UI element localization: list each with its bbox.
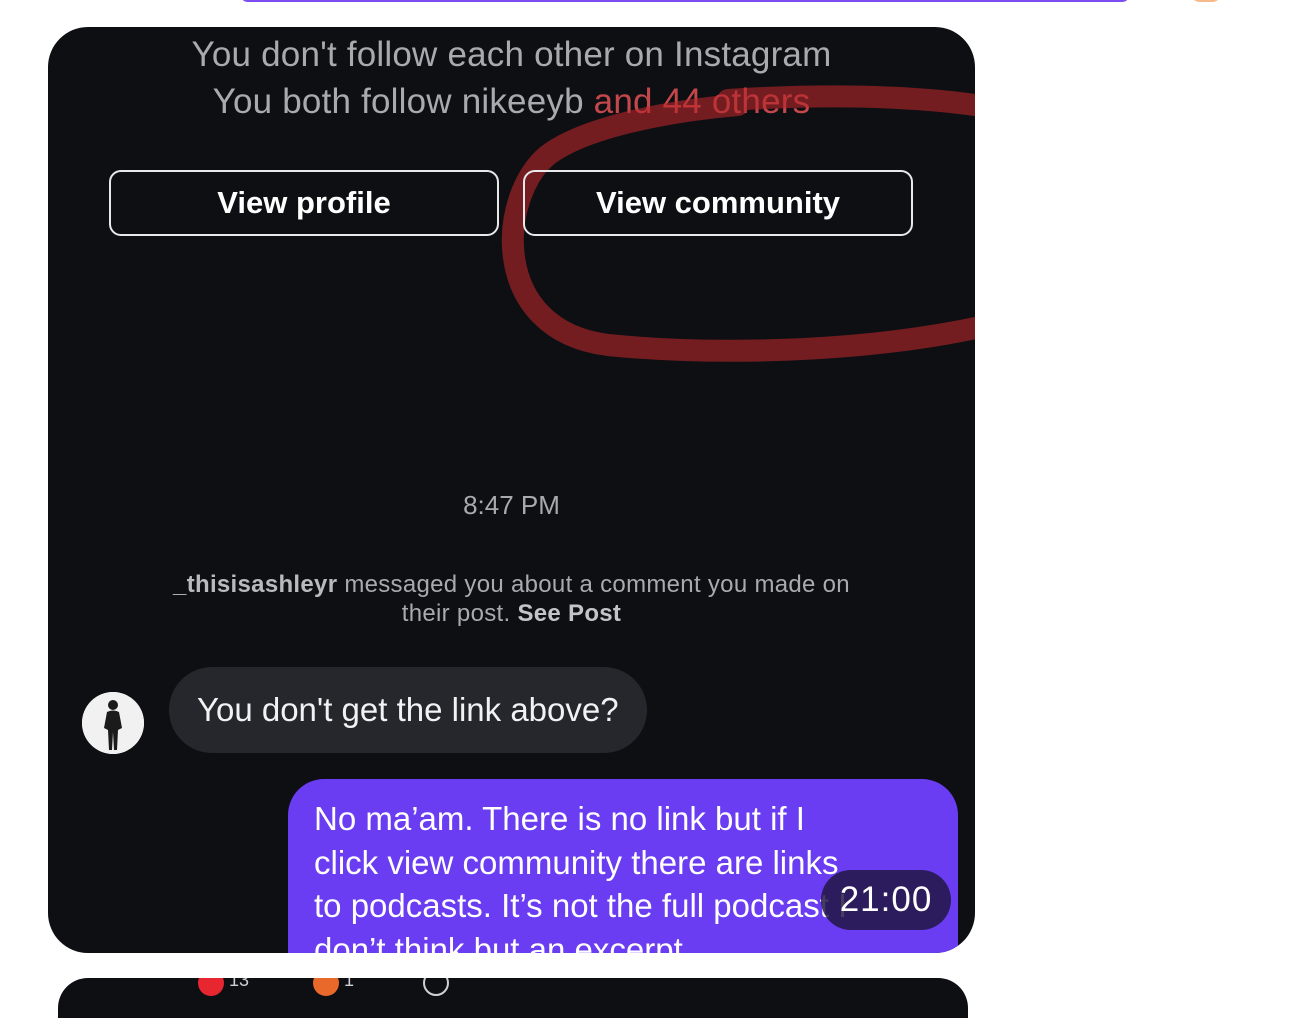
mutual-count-link[interactable]: and 44 others bbox=[594, 82, 811, 121]
comment-notice: _thisisashleyr messaged you about a comm… bbox=[148, 570, 875, 628]
follow-status: You don't follow each other on Instagram bbox=[191, 35, 832, 74]
view-profile-button[interactable]: View profile bbox=[109, 170, 499, 236]
next-screenshot-card: 13 1 bbox=[58, 978, 968, 1018]
see-post-link[interactable]: See Post bbox=[517, 600, 621, 627]
reaction-count: 13 bbox=[229, 978, 250, 990]
mutual-followers: You both follow nikeeyb and 44 others bbox=[48, 82, 975, 122]
previous-reaction-edge bbox=[1190, 0, 1222, 2]
reaction-heart[interactable]: 13 bbox=[198, 978, 250, 996]
person-figure-icon bbox=[82, 692, 144, 754]
outgoing-line: don’t think but an excerpt bbox=[314, 930, 683, 954]
screenshot-card: You don't follow each other on Instagram… bbox=[48, 27, 975, 953]
notice-username[interactable]: _thisisashleyr bbox=[173, 571, 337, 598]
mutual-prefix: You both follow nikeeyb bbox=[212, 82, 584, 121]
outgoing-line: No ma’am. There is no link but if I bbox=[314, 800, 805, 837]
previous-bubble-edge bbox=[240, 0, 1130, 2]
reaction-count: 1 bbox=[344, 978, 355, 990]
video-time-overlay: 21:00 bbox=[821, 870, 951, 930]
emoji-picker-icon[interactable] bbox=[423, 978, 449, 996]
message-timestamp: 8:47 PM bbox=[463, 490, 560, 520]
heart-icon bbox=[198, 978, 224, 996]
reaction-angry[interactable]: 1 bbox=[313, 978, 355, 996]
sender-avatar[interactable] bbox=[82, 692, 144, 754]
incoming-message-bubble[interactable]: You don't get the link above? bbox=[169, 667, 647, 753]
angry-face-icon bbox=[313, 978, 339, 996]
view-community-button[interactable]: View community bbox=[523, 170, 913, 236]
